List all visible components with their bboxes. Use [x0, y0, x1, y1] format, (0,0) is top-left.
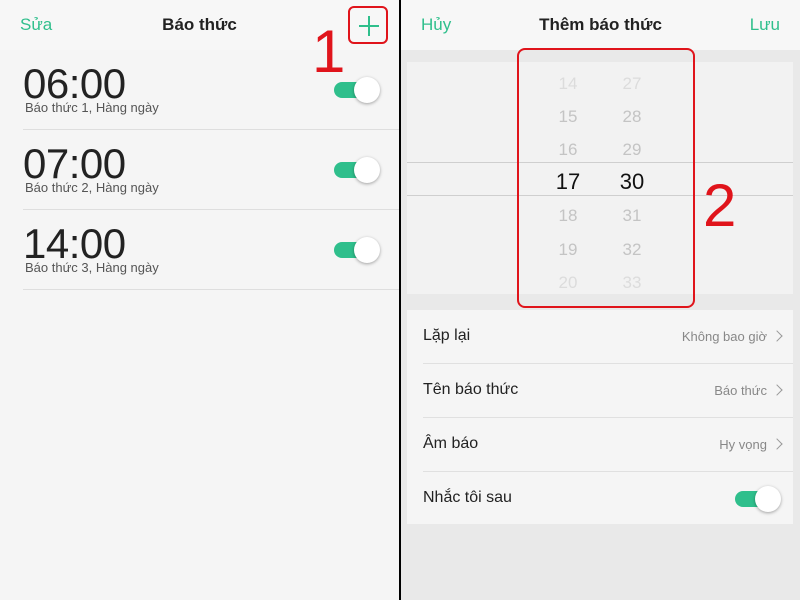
setting-value: Báo thức	[714, 383, 767, 398]
annotation-number-2: 2	[703, 172, 737, 239]
setting-alarm-name[interactable]: Tên báo thức Báo thức	[407, 364, 793, 418]
chevron-right-icon	[771, 330, 783, 342]
setting-label: Âm báo	[423, 435, 479, 452]
alarm-subtitle: Báo thức 3, Hàng ngày	[25, 260, 159, 275]
snooze-toggle[interactable]	[735, 485, 781, 512]
alarm-toggle[interactable]	[334, 156, 380, 183]
chevron-right-icon	[771, 438, 783, 450]
alarm-toggle[interactable]	[334, 76, 380, 103]
divider	[23, 289, 399, 290]
alarm-toggle[interactable]	[334, 236, 380, 263]
alarm-settings: Lặp lại Không bao giờ Tên báo thức Báo t…	[407, 310, 793, 524]
navbar: Hủy Thêm báo thức Lưu	[401, 0, 800, 50]
chevron-right-icon	[771, 384, 783, 396]
add-alarm-screen: Hủy Thêm báo thức Lưu 14 15 16 17 18 19 …	[401, 0, 800, 600]
alarm-item[interactable]: 07:00 Báo thức 2, Hàng ngày	[0, 130, 399, 210]
setting-label: Tên báo thức	[423, 381, 519, 398]
setting-value: Không bao giờ	[681, 329, 767, 344]
setting-value: Hy vọng	[719, 437, 767, 452]
save-button[interactable]: Lưu	[750, 15, 780, 35]
alarm-subtitle: Báo thức 1, Hàng ngày	[25, 100, 159, 115]
annotation-highlight-box	[517, 48, 695, 308]
alarm-item[interactable]: 14:00 Báo thức 3, Hàng ngày	[0, 210, 399, 290]
setting-snooze: Nhắc tôi sau	[407, 472, 793, 526]
alarm-subtitle: Báo thức 2, Hàng ngày	[25, 180, 159, 195]
add-alarm-button[interactable]	[348, 6, 388, 44]
alarm-item[interactable]: 06:00 Báo thức 1, Hàng ngày	[0, 50, 399, 130]
page-title: Thêm báo thức	[539, 15, 662, 34]
setting-label: Lặp lại	[423, 327, 471, 344]
setting-label: Nhắc tôi sau	[423, 489, 512, 506]
setting-repeat[interactable]: Lặp lại Không bao giờ	[407, 310, 793, 364]
setting-sound[interactable]: Âm báo Hy vọng	[407, 418, 793, 472]
alarm-list-screen: Sửa Báo thức 1 06:00 Báo thức 1, Hàng ng…	[0, 0, 399, 600]
